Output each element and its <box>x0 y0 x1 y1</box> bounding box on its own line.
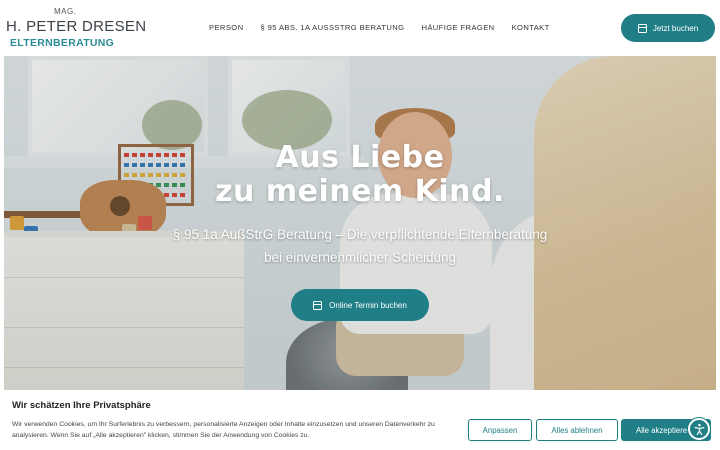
cookie-text: Wir verwenden Cookies, um Ihr Surferlebn… <box>12 421 435 439</box>
book-now-button[interactable]: Jetzt buchen <box>621 14 715 42</box>
logo-subtitle: ELTERNBERATUNG <box>10 37 115 49</box>
cookie-customize-button[interactable]: Anpassen <box>468 419 532 441</box>
cookie-title: Wir schätzen Ihre Privatsphäre <box>12 400 151 411</box>
calendar-icon <box>313 300 323 310</box>
calendar-icon <box>637 23 647 33</box>
accessibility-figure <box>694 423 704 435</box>
main-nav: PERSON § 95 ABS. 1A AUSSSTRG BERATUNG HÄ… <box>209 23 567 32</box>
nav-item-beratung[interactable]: § 95 ABS. 1A AUSSSTRG BERATUNG <box>260 23 404 32</box>
online-appointment-label: Online Termin buchen <box>329 300 407 310</box>
book-now-label: Jetzt buchen <box>652 23 699 33</box>
hero-subtitle-line-1: § 95 1a AußStrG Beratung – Die verpflich… <box>172 227 548 242</box>
site-logo[interactable]: MAG. H. PETER DRESEN ELTERNBERATUNG <box>6 6 146 50</box>
site-header: MAG. H. PETER DRESEN ELTERNBERATUNG PERS… <box>0 0 720 56</box>
online-appointment-button[interactable]: Online Termin buchen <box>291 289 429 321</box>
logo-name: H. PETER DRESEN <box>6 18 147 35</box>
hero-section: Aus Liebe zu meinem Kind. § 95 1a AußStr… <box>4 56 716 390</box>
logo-title-prefix: MAG. <box>54 7 77 16</box>
hero-title-line-1: Aus Liebe <box>275 140 445 175</box>
accessibility-icon[interactable] <box>688 418 710 440</box>
cookie-reject-button[interactable]: Alles ablehnen <box>536 419 618 441</box>
nav-item-faq[interactable]: HÄUFIGE FRAGEN <box>421 23 494 32</box>
hero-subtitle-line-2: bei einvernehmlicher Scheidung <box>263 250 457 265</box>
nav-item-kontakt[interactable]: KONTAKT <box>512 23 550 32</box>
nav-item-person[interactable]: PERSON <box>209 23 243 32</box>
cookie-banner: Wir schätzen Ihre Privatsphäre Wir verwe… <box>0 392 720 450</box>
hero-background-photo <box>4 56 716 390</box>
hero-title-line-2: zu meinem Kind. <box>215 174 505 209</box>
